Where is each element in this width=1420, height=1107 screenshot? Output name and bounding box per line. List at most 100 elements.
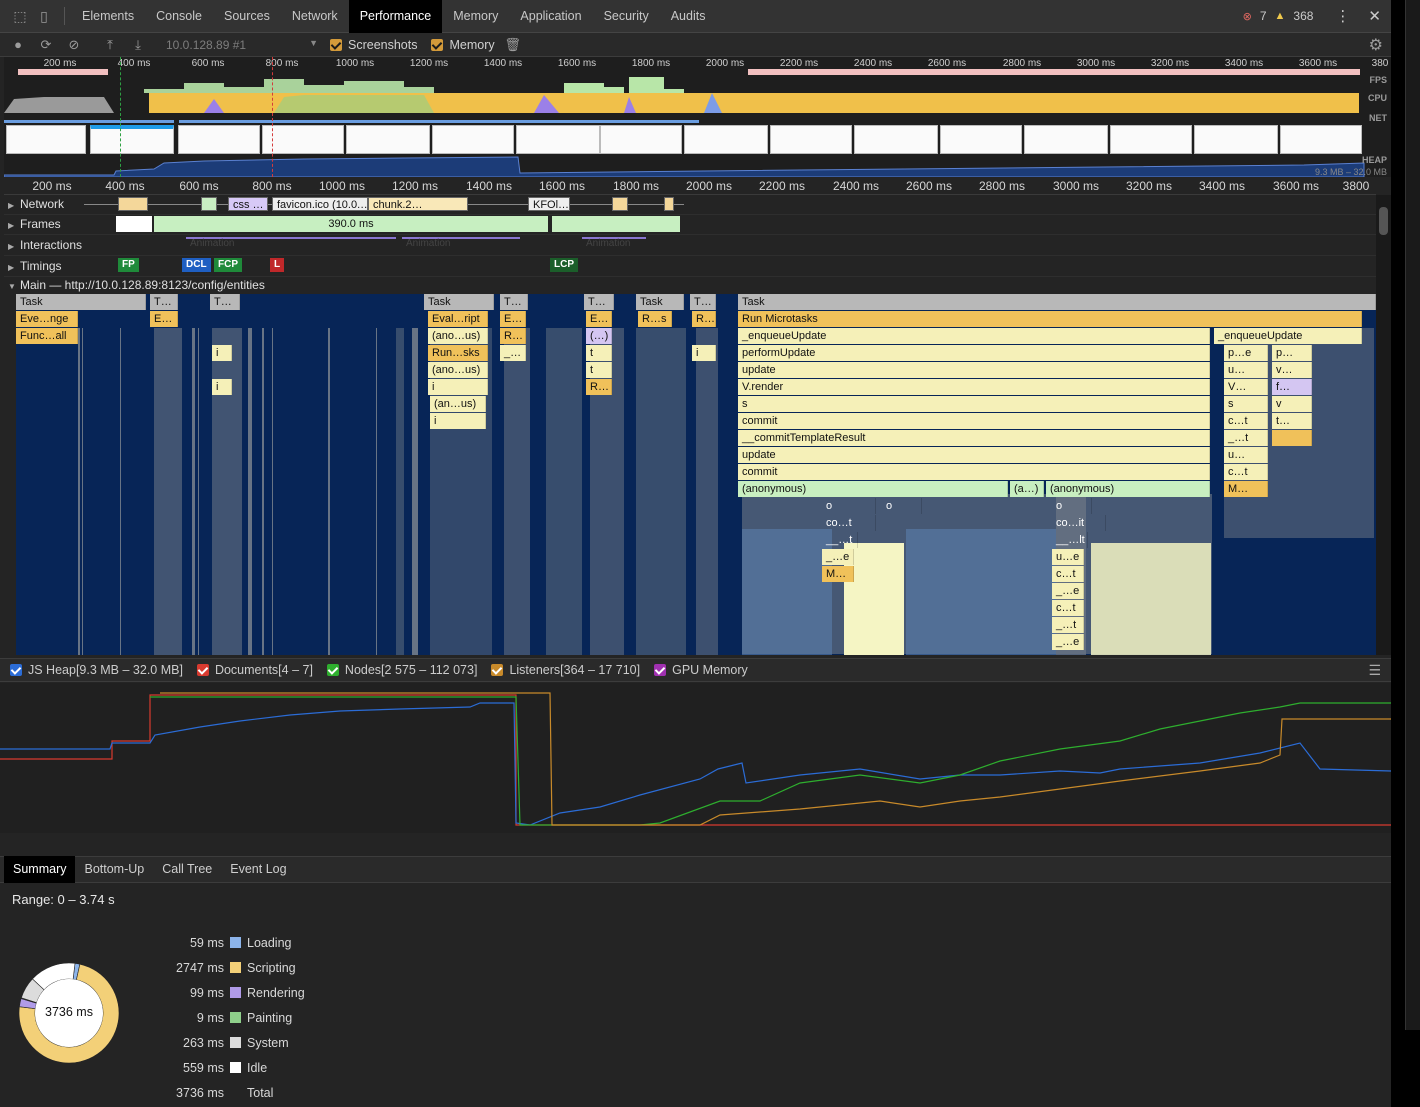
flame-entry[interactable]: __…t	[822, 532, 858, 548]
flame-task[interactable]: Task	[424, 294, 494, 310]
memory-checkbox[interactable]	[431, 38, 444, 51]
frames-track[interactable]: ▶ Frames 390.0 ms	[4, 215, 1376, 235]
flame-commit-template-result[interactable]: __commitTemplateResult	[738, 430, 1210, 446]
flame-task[interactable]: T…	[690, 294, 716, 310]
flame-entry[interactable]: R…	[586, 379, 612, 395]
flame-entry[interactable]: t	[586, 345, 612, 361]
flame-entry[interactable]: _…	[500, 345, 526, 361]
tab-call-tree[interactable]: Call Tree	[153, 856, 221, 883]
flame-entry[interactable]: t	[586, 362, 612, 378]
flame-entry[interactable]: E…	[150, 311, 178, 327]
more-menu-icon[interactable]: ⋮	[1335, 7, 1350, 25]
network-request[interactable]	[612, 197, 628, 211]
flame-perform-update[interactable]: performUpdate	[738, 345, 1210, 361]
tab-memory[interactable]: Memory	[442, 0, 509, 33]
flame-entry[interactable]: E…	[586, 311, 612, 327]
flame-anonymous[interactable]: (ano…us)	[428, 328, 488, 344]
timeline-tracks[interactable]: ▶ Network css … favicon.ico (10.0.… chunk…	[4, 195, 1376, 655]
flame-entry[interactable]: c…t	[1224, 413, 1268, 429]
flame-entry[interactable]: i	[692, 345, 716, 361]
flame-event-change[interactable]: Eve…nge	[16, 311, 78, 327]
network-request[interactable]	[664, 197, 674, 211]
flame-entry[interactable]: o	[822, 498, 876, 514]
counter-listeners[interactable]: Listeners[364 – 17 710]	[491, 663, 640, 677]
tab-application[interactable]: Application	[509, 0, 592, 33]
listeners-checkbox[interactable]	[491, 664, 504, 676]
flame-entry[interactable]: _…e	[822, 549, 854, 565]
flame-entry[interactable]: i	[430, 413, 486, 429]
flame-entry[interactable]: c…t	[1052, 566, 1084, 582]
nodes-checkbox[interactable]	[326, 664, 339, 676]
flame-entry[interactable]: M…	[1224, 481, 1268, 497]
flame-task[interactable]: Task	[738, 294, 1376, 310]
tab-performance[interactable]: Performance	[348, 0, 443, 33]
network-request[interactable]	[201, 197, 217, 211]
counter-nodes[interactable]: Nodes[2 575 – 112 073]	[326, 663, 477, 677]
error-icon[interactable]: ⊗	[1243, 10, 1252, 23]
flame-enqueue-update[interactable]: _enqueueUpdate	[1214, 328, 1362, 344]
main-flame-chart[interactable]: Task T… T… Task T… T… Task T… Task Eve…n…	[16, 294, 1376, 655]
flame-function-call[interactable]: Func…all	[16, 328, 78, 344]
flame-entry[interactable]	[1272, 430, 1312, 446]
flame-v-render[interactable]: V.render	[738, 379, 1210, 395]
js-heap-checkbox[interactable]	[10, 664, 22, 676]
warning-icon[interactable]: ▲	[1275, 10, 1286, 22]
flame-entry[interactable]: i	[428, 379, 488, 395]
frame-long[interactable]: 390.0 ms	[154, 216, 548, 232]
flame-entry[interactable]: M…	[822, 566, 854, 582]
flame-entry[interactable]: v	[1272, 396, 1312, 412]
flame-entry[interactable]: co…it	[1052, 515, 1106, 531]
flame-entry[interactable]: _…e	[1052, 583, 1084, 599]
flame-entry[interactable]: i	[212, 345, 232, 361]
profile-select[interactable]: 10.0.128.89 #1 ▼	[166, 38, 318, 52]
flame-run-microtasks[interactable]: Run…sks	[428, 345, 488, 361]
gpu-memory-checkbox[interactable]	[654, 664, 667, 676]
flame-entry[interactable]: _…t	[1052, 617, 1084, 633]
flame-task[interactable]: T…	[150, 294, 178, 310]
tab-console[interactable]: Console	[145, 0, 213, 33]
hamburger-menu-icon[interactable]: ☰	[1368, 662, 1381, 679]
error-count[interactable]: 7	[1260, 9, 1267, 23]
flame-entry[interactable]: E…	[500, 311, 526, 327]
flame-entry[interactable]: c…t	[1224, 464, 1268, 480]
tab-audits[interactable]: Audits	[660, 0, 717, 33]
timing-fcp[interactable]: FCP	[214, 258, 242, 272]
flame-commit[interactable]: commit	[738, 464, 1210, 480]
clear-icon[interactable]: ⊘	[64, 35, 84, 55]
scrollbar-thumb[interactable]	[1379, 207, 1388, 235]
network-request-css[interactable]: css …	[228, 197, 268, 211]
tab-sources[interactable]: Sources	[213, 0, 281, 33]
flame-task[interactable]: T…	[584, 294, 614, 310]
flame-update[interactable]: update	[738, 447, 1210, 463]
documents-checkbox[interactable]	[196, 664, 209, 676]
timings-track-toggle[interactable]: ▶ Timings	[8, 259, 62, 273]
flame-task[interactable]: Task	[16, 294, 146, 310]
flame-run-microtasks[interactable]: Run Microtasks	[738, 311, 1362, 327]
timing-dcl[interactable]: DCL	[182, 258, 211, 272]
flame-entry[interactable]: R…	[692, 311, 716, 327]
screenshots-checkbox[interactable]	[330, 38, 342, 51]
flame-entry[interactable]: R…s	[638, 311, 672, 327]
flame-entry[interactable]: f…	[1272, 379, 1312, 395]
flame-entry[interactable]: c…t	[1052, 600, 1084, 616]
counter-gpu-memory[interactable]: GPU Memory	[654, 663, 748, 677]
network-request[interactable]	[118, 197, 148, 211]
flame-entry[interactable]: u…e	[1052, 549, 1084, 565]
flame-entry[interactable]: t…	[1272, 413, 1312, 429]
timings-track[interactable]: ▶ Timings FP DCL FCP L LCP	[4, 256, 1376, 277]
frame[interactable]	[552, 216, 680, 232]
flame-entry[interactable]: V…	[1224, 379, 1268, 395]
flame-anonymous[interactable]: (a…)	[1010, 481, 1044, 497]
flame-task[interactable]: T…	[210, 294, 240, 310]
main-track-header[interactable]: ▼ Main — http://10.0.128.89:8123/config/e…	[4, 277, 1376, 294]
flame-anonymous[interactable]: (anonymous)	[1046, 481, 1210, 497]
tab-event-log[interactable]: Event Log	[221, 856, 295, 883]
flame-entry[interactable]: (…)	[586, 328, 612, 344]
network-track-toggle[interactable]: ▶ Network	[8, 197, 64, 211]
network-request-chunk[interactable]: chunk.2…	[368, 197, 468, 211]
flame-update[interactable]: update	[738, 362, 1210, 378]
flame-entry[interactable]: p…e	[1224, 345, 1268, 361]
collect-garbage-icon[interactable]: 🗑	[503, 35, 523, 55]
flame-anonymous[interactable]: (ano…us)	[428, 362, 488, 378]
download-profile-icon[interactable]: ⤓	[128, 35, 148, 55]
